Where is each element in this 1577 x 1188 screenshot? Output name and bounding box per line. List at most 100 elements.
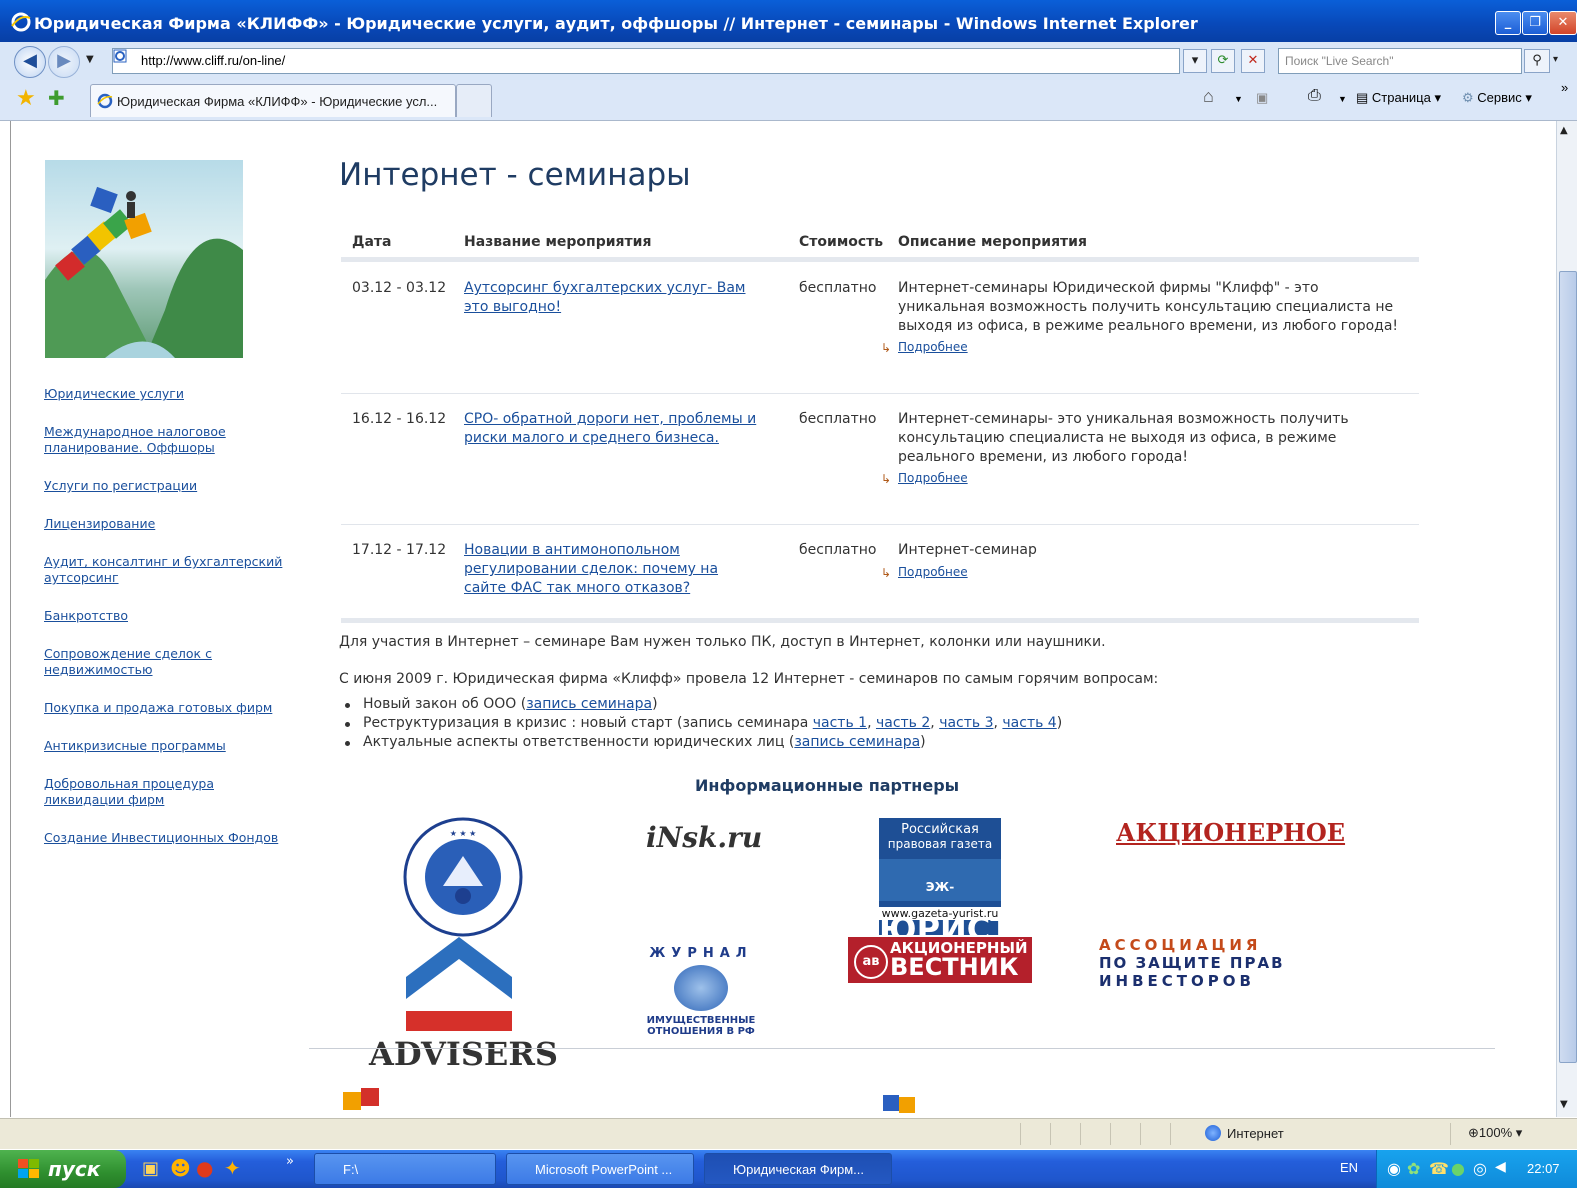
tools-menu-button[interactable]: ⚙ Сервис ▾ <box>1462 90 1532 106</box>
record-part3-link[interactable]: часть 3 <box>939 715 993 731</box>
page-content: Юридические услуги Международное налогов… <box>10 121 1557 1117</box>
table-bottom-divider <box>341 618 1419 623</box>
aktsionernoe-logo[interactable]: АКЦИОНЕРНОЕ <box>1116 818 1345 847</box>
status-separator <box>1450 1123 1451 1145</box>
quicklaunch-more-icon[interactable]: » <box>286 1154 294 1169</box>
search-input[interactable]: Поиск "Live Search" <box>1278 48 1522 74</box>
taskbar-item-powerpoint[interactable]: Microsoft PowerPoint ... <box>506 1153 694 1185</box>
globe-icon <box>1205 1125 1221 1141</box>
table-header-divider <box>341 257 1419 262</box>
sidebar-item-audit[interactable]: Аудит, консалтинг и бухгалтерский аутсор… <box>44 554 284 586</box>
status-separator <box>1170 1123 1171 1145</box>
insk-logo[interactable]: iNsk.ru <box>646 821 762 854</box>
print-icon[interactable]: ⎙ <box>1308 87 1321 105</box>
quicklaunch-browser-icon[interactable]: ● <box>196 1156 213 1180</box>
stop-button[interactable]: ✕ <box>1241 49 1265 73</box>
home-dropdown-icon[interactable]: ▼ <box>1234 94 1243 104</box>
list-item: Новый закон об ООО (запись семинара) <box>339 696 1062 715</box>
record-part2-link[interactable]: часть 2 <box>876 715 930 731</box>
page-title: Интернет - семинары <box>339 157 691 193</box>
rpg-yurist-logo[interactable]: Российская правовая газета ЭЖ-ЮРИСТ www.… <box>879 818 1012 948</box>
new-tab-button[interactable] <box>456 84 492 117</box>
print-dropdown-icon[interactable]: ▼ <box>1338 94 1347 104</box>
sidebar-item-registration[interactable]: Услуги по регистрации <box>44 478 294 494</box>
back-button[interactable]: ◀ <box>14 46 46 78</box>
url-dropdown-button[interactable]: ▾ <box>1183 49 1207 73</box>
more-link[interactable]: Подробнее <box>898 565 968 579</box>
history-dropdown-icon[interactable]: ▼ <box>86 54 94 65</box>
more-chevron-icon[interactable]: » <box>1561 80 1568 95</box>
url-field[interactable]: http://www.cliff.ru/on-line/ <box>112 48 1180 74</box>
sidebar-item-legal-services[interactable]: Юридические услуги <box>44 386 294 402</box>
maximize-button[interactable]: ❐ <box>1522 11 1548 35</box>
col-header-description: Описание мероприятия <box>898 234 1087 250</box>
forward-button[interactable]: ▶ <box>48 46 80 78</box>
language-indicator[interactable]: EN <box>1340 1160 1358 1175</box>
home-icon[interactable]: ⌂ <box>1203 86 1214 107</box>
vestnik-logo[interactable]: ав АКЦИОНЕРНЫЙ ВЕСТНИК <box>848 937 1032 983</box>
record-part4-link[interactable]: часть 4 <box>1002 715 1056 731</box>
status-separator <box>1020 1123 1021 1145</box>
sidebar-item-anticrisis[interactable]: Антикризисные программы <box>44 738 294 754</box>
quicklaunch-desktop-icon[interactable]: ▣ <box>142 1158 159 1179</box>
status-separator <box>1080 1123 1081 1145</box>
sidebar-item-tax-planning[interactable]: Международное налоговое планирование. Оф… <box>44 424 244 456</box>
quicklaunch-app-icon[interactable]: ✦ <box>224 1156 241 1180</box>
ie-logo-icon <box>11 12 31 32</box>
tray-icon[interactable]: ● <box>1451 1159 1465 1178</box>
more-link[interactable]: Подробнее <box>898 471 968 485</box>
tray-icon[interactable]: ◀ <box>1495 1159 1506 1175</box>
taskbar-item-ie[interactable]: Юридическая Фирм... <box>704 1153 892 1185</box>
sidebar-item-real-estate[interactable]: Сопровождение сделок с недвижимостью <box>44 646 224 678</box>
scrollbar-thumb[interactable] <box>1559 271 1577 1063</box>
sidebar-item-licensing[interactable]: Лицензирование <box>44 516 294 532</box>
vertical-scrollbar[interactable]: ▲ ▼ <box>1556 121 1577 1117</box>
seminar-records-list: Новый закон об ООО (запись семинара) Рес… <box>339 696 1062 753</box>
close-button[interactable]: ✕ <box>1549 11 1577 35</box>
record-link[interactable]: запись семинара <box>526 696 652 712</box>
tray-icon[interactable]: ◎ <box>1473 1159 1487 1178</box>
sidebar-item-liquidation[interactable]: Добровольная процедура ликвидации фирм <box>44 776 224 808</box>
add-favorites-icon[interactable]: ✚ <box>48 86 65 110</box>
puzzle-icon <box>341 1084 391 1114</box>
sidebar-item-investment-funds[interactable]: Создание Инвестиционных Фондов <box>44 830 294 846</box>
property-journal-logo[interactable]: ЖУРНАЛ ИМУЩЕСТВЕННЫЕ ОТНОШЕНИЯ В РФ <box>646 946 756 1046</box>
scroll-up-icon[interactable]: ▲ <box>1560 125 1568 136</box>
more-link[interactable]: Подробнее <box>898 340 968 354</box>
quicklaunch-icon[interactable]: ☻ <box>170 1156 191 1180</box>
row-date: 03.12 - 03.12 <box>352 280 447 296</box>
more-arrow-icon: ↳ <box>881 472 892 486</box>
status-bar: Интернет ⊕100% ▾ <box>0 1118 1577 1149</box>
tray-icon[interactable]: ☎ <box>1429 1159 1449 1178</box>
zoom-control[interactable]: ⊕100% ▾ <box>1468 1125 1522 1141</box>
advisers-logo[interactable]: ADVISERS <box>369 1035 558 1073</box>
start-button[interactable]: пуск <box>0 1150 126 1188</box>
row-event-link[interactable]: Новации в антимонопольном регулировании … <box>464 541 764 598</box>
tray-icon[interactable]: ✿ <box>1407 1159 1420 1178</box>
tab-current[interactable]: Юридическая Фирма «КЛИФФ» - Юридические … <box>90 84 456 117</box>
tab-toolbar: ★ ✚ Юридическая Фирма «КЛИФФ» - Юридичес… <box>0 80 1577 121</box>
status-separator <box>1110 1123 1111 1145</box>
zoom-icon: ⊕ <box>1468 1125 1479 1140</box>
row-event-link[interactable]: СРО- обратной дороги нет, проблемы и рис… <box>464 410 764 448</box>
search-options-icon[interactable]: ▾ <box>1553 54 1558 65</box>
refresh-button[interactable]: ⟳ <box>1211 49 1235 73</box>
row-divider <box>341 524 1419 525</box>
search-icon[interactable]: ⚲ <box>1524 49 1550 73</box>
page-menu-button[interactable]: ▤ Страница ▾ <box>1356 90 1441 106</box>
row-event-link[interactable]: Аутсорсинг бухгалтерских услуг- Вам это … <box>464 279 764 317</box>
record-part1-link[interactable]: часть 1 <box>813 715 867 731</box>
favorites-star-icon[interactable]: ★ <box>16 86 36 111</box>
tray-icon[interactable]: ◉ <box>1387 1159 1401 1178</box>
investors-association-logo[interactable]: АССОЦИАЦИЯ ПО ЗАЩИТЕ ПРАВ ИНВЕСТОРОВ <box>1099 936 1285 990</box>
minimize-button[interactable]: _ <box>1495 11 1521 35</box>
sidebar-item-ready-firms[interactable]: Покупка и продажа готовых фирм <box>44 700 294 716</box>
scroll-down-icon[interactable]: ▼ <box>1560 1099 1568 1110</box>
taskbar-item-folder[interactable]: F:\ <box>314 1153 496 1185</box>
lawyers-community-logo[interactable]: ★ ★ ★ <box>399 816 527 938</box>
more-arrow-icon: ↳ <box>881 341 892 355</box>
record-link[interactable]: запись семинара <box>794 734 920 750</box>
row-description: Интернет-семинары- это уникальная возмож… <box>898 411 1349 465</box>
feeds-icon[interactable]: ▣ <box>1256 90 1268 106</box>
sidebar-item-bankruptcy[interactable]: Банкротство <box>44 608 294 624</box>
